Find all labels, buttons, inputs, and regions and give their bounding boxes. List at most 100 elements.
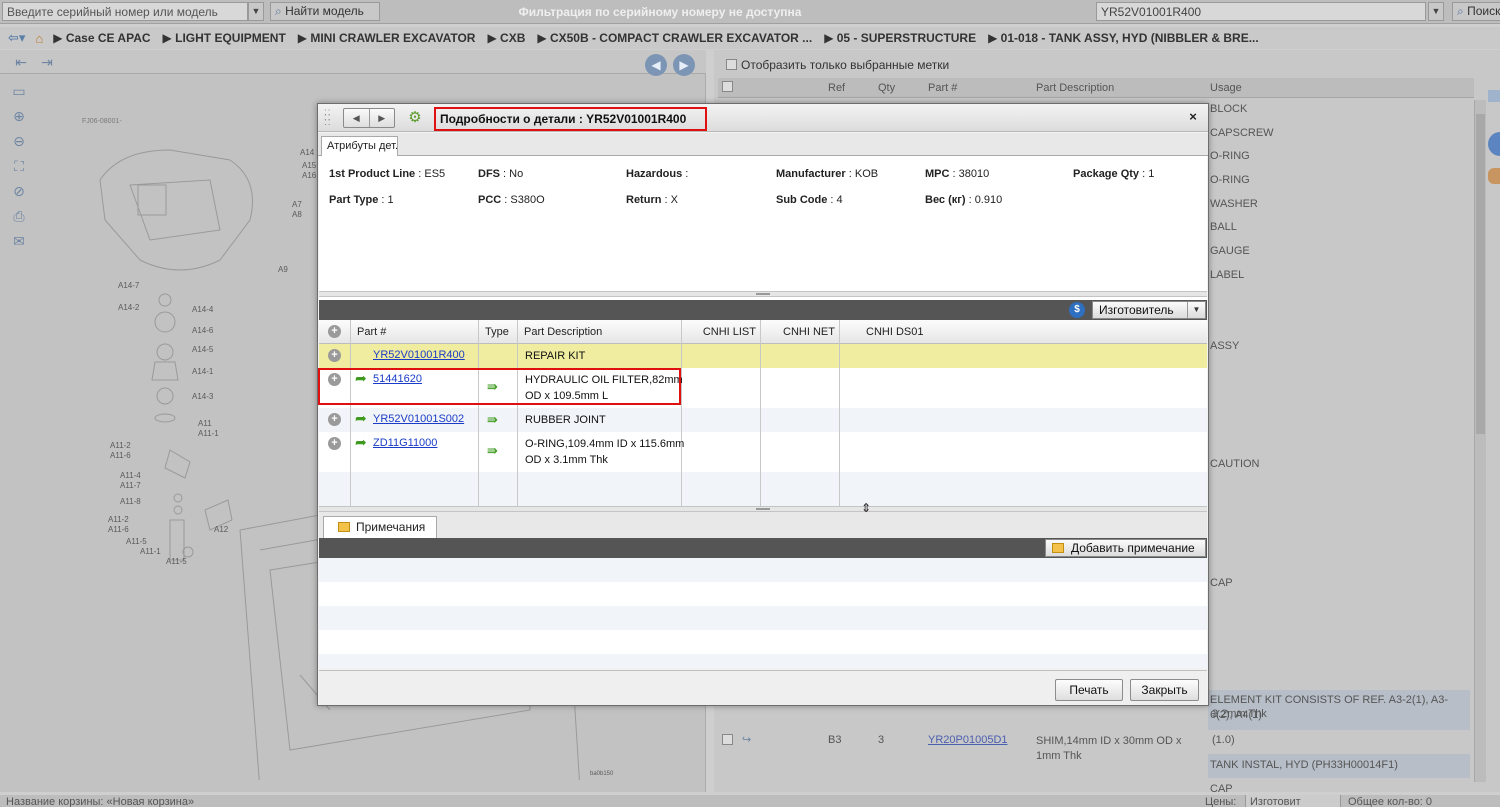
- callout[interactable]: A12: [214, 525, 229, 534]
- callout[interactable]: A11-5: [126, 537, 147, 546]
- callout[interactable]: A14-3: [192, 392, 214, 401]
- callout[interactable]: A14: [300, 148, 315, 157]
- prev-diagram-icon[interactable]: ◀: [645, 54, 667, 76]
- callout[interactable]: A16: [302, 171, 317, 180]
- callout[interactable]: A7: [292, 200, 302, 209]
- parts-list-scrollbar[interactable]: [1474, 100, 1486, 782]
- model-input[interactable]: YR52V01001R400: [1096, 2, 1426, 21]
- callout[interactable]: A11-1: [140, 547, 161, 556]
- breadcrumb-item[interactable]: ▶ Case CE APAC: [53, 31, 150, 45]
- column-header-part[interactable]: Part #: [928, 82, 957, 94]
- serial-dropdown-button[interactable]: ▼: [248, 2, 264, 21]
- fit-icon[interactable]: ⛶: [8, 155, 30, 177]
- callout[interactable]: A11-5: [166, 557, 187, 566]
- tab-notes[interactable]: Примечания: [323, 516, 437, 538]
- panel-splitter[interactable]: [319, 291, 1207, 297]
- callout[interactable]: A14-4: [192, 305, 214, 314]
- expand-right-icon[interactable]: ⇥: [36, 51, 58, 73]
- callout[interactable]: A11-6: [110, 451, 131, 460]
- dialog-titlebar[interactable]: :::::: ◀ ▶ ⚙ Подробности о детали : YR52…: [318, 104, 1208, 132]
- part-number-link[interactable]: 51441620: [373, 373, 422, 385]
- prev-part-button[interactable]: ◀: [344, 109, 370, 127]
- column-header-qty[interactable]: Qty: [878, 82, 895, 94]
- add-note-button[interactable]: Добавить примечание: [1045, 539, 1206, 557]
- callout[interactable]: A8: [292, 210, 302, 219]
- back-arrow-icon[interactable]: ⇦▾: [8, 30, 25, 46]
- callout[interactable]: A15: [302, 161, 317, 170]
- callout[interactable]: A11-2: [110, 441, 131, 450]
- clear-selection-icon[interactable]: ⊘: [8, 180, 30, 202]
- row-part-link[interactable]: YR20P01005D1: [928, 734, 1008, 746]
- zoom-in-icon[interactable]: ⊕: [8, 105, 30, 127]
- column-header-cnhi-list[interactable]: CNHI LIST: [682, 320, 761, 344]
- part-number-link[interactable]: YR52V01001R400: [373, 349, 465, 361]
- side-panel-icon[interactable]: [1488, 90, 1500, 102]
- info-icon[interactable]: [1488, 132, 1500, 156]
- breadcrumb-item[interactable]: ▶ MINI CRAWLER EXCAVATOR: [298, 31, 476, 45]
- next-diagram-icon[interactable]: ▶: [673, 54, 695, 76]
- callout[interactable]: A14-7: [118, 281, 140, 290]
- column-header-part[interactable]: Part #: [351, 320, 479, 344]
- kit-part-row[interactable]: + ➦ YR52V01001S002 ⇛ RUBBER JOINT: [319, 408, 1207, 432]
- next-part-button[interactable]: ▶: [370, 109, 395, 127]
- breadcrumb-item[interactable]: ▶ 05 - SUPERSTRUCTURE: [824, 31, 976, 45]
- callout[interactable]: A11-1: [198, 429, 219, 438]
- show-selected-checkbox[interactable]: [726, 59, 737, 70]
- kit-part-row[interactable]: + ➦ ZD11G11000 ⇛ O-RING,109.4mm ID x 115.6mm…: [319, 432, 1207, 472]
- parts-list-row[interactable]: ↪ B3 3 YR20P01005D1 SHIM,14mm ID x 30mm …: [718, 732, 1474, 762]
- callout[interactable]: A11-6: [108, 525, 129, 534]
- expand-left-icon[interactable]: ⇤: [10, 51, 32, 73]
- column-header-cnhi-ds01[interactable]: CNHI DS01: [840, 320, 1207, 344]
- column-header-description[interactable]: Part Description: [1036, 82, 1114, 94]
- expand-all-header[interactable]: +: [319, 320, 351, 344]
- gear-icon[interactable]: ⚙: [406, 109, 424, 127]
- print-button[interactable]: Печать: [1055, 679, 1123, 701]
- breadcrumb-item[interactable]: ▶ LIGHT EQUIPMENT: [163, 31, 286, 45]
- email-icon[interactable]: ✉: [8, 230, 30, 252]
- breadcrumb-item[interactable]: ▶ 01-018 - TANK ASSY, HYD (NIBBLER & BRE…: [988, 31, 1259, 45]
- plus-icon[interactable]: +: [328, 413, 341, 426]
- close-icon[interactable]: ×: [1186, 110, 1200, 124]
- plus-icon[interactable]: +: [328, 325, 341, 338]
- find-model-button[interactable]: ⌕ Найти модель: [270, 2, 380, 21]
- search-button[interactable]: ⌕ Поиск: [1452, 2, 1500, 21]
- model-dropdown-button[interactable]: ▼: [1428, 2, 1444, 21]
- part-number-link[interactable]: YR52V01001S002: [373, 413, 464, 425]
- column-header-ref[interactable]: Ref: [828, 82, 845, 94]
- show-selected-toggle[interactable]: Отобразить только выбранные метки: [714, 54, 1500, 76]
- manufacturer-select[interactable]: Изготовитель ▼: [1092, 301, 1206, 319]
- price-icon[interactable]: $: [1069, 302, 1085, 318]
- zoom-out-icon[interactable]: ⊖: [8, 130, 30, 152]
- callout[interactable]: A11-2: [108, 515, 129, 524]
- callout[interactable]: A11-7: [120, 481, 141, 490]
- user-icon[interactable]: [1488, 168, 1500, 184]
- column-header-description[interactable]: Part Description: [518, 320, 682, 344]
- row-checkbox[interactable]: [722, 734, 733, 745]
- plus-icon[interactable]: +: [328, 437, 341, 450]
- column-header-cnhi-net[interactable]: CNHI NET: [761, 320, 840, 344]
- breadcrumb-item[interactable]: ▶ CXB: [487, 31, 525, 45]
- breadcrumb-item[interactable]: ▶ CX50B - COMPACT CRAWLER EXCAVATOR ...: [537, 31, 812, 45]
- callout[interactable]: A14-1: [192, 367, 214, 376]
- callout[interactable]: A14-6: [192, 326, 214, 335]
- print-icon[interactable]: ⎙: [8, 205, 30, 227]
- plus-icon[interactable]: +: [328, 373, 341, 386]
- pan-icon[interactable]: ▭: [8, 80, 30, 102]
- select-all-checkbox[interactable]: [722, 81, 733, 92]
- home-icon[interactable]: ⌂: [35, 31, 43, 46]
- callout[interactable]: A11-8: [120, 497, 141, 506]
- callout[interactable]: A11: [198, 419, 212, 428]
- column-header-type[interactable]: Type: [479, 320, 518, 344]
- column-header-usage[interactable]: Usage: [1210, 82, 1242, 94]
- callout[interactable]: A14-5: [192, 345, 214, 354]
- scrollbar-thumb[interactable]: [1476, 114, 1485, 434]
- serial-search-input[interactable]: Введите серийный номер или модель: [2, 2, 248, 21]
- drag-handle-icon[interactable]: ::::::: [324, 108, 331, 128]
- kit-part-row[interactable]: + YR52V01001R400 REPAIR KIT: [319, 344, 1207, 368]
- callout[interactable]: A9: [278, 265, 288, 274]
- callout[interactable]: A14-2: [118, 303, 140, 312]
- close-button[interactable]: Закрыть: [1130, 679, 1199, 701]
- callout[interactable]: A11-4: [120, 471, 141, 480]
- part-number-link[interactable]: ZD11G11000: [373, 437, 437, 449]
- plus-icon[interactable]: +: [328, 349, 341, 362]
